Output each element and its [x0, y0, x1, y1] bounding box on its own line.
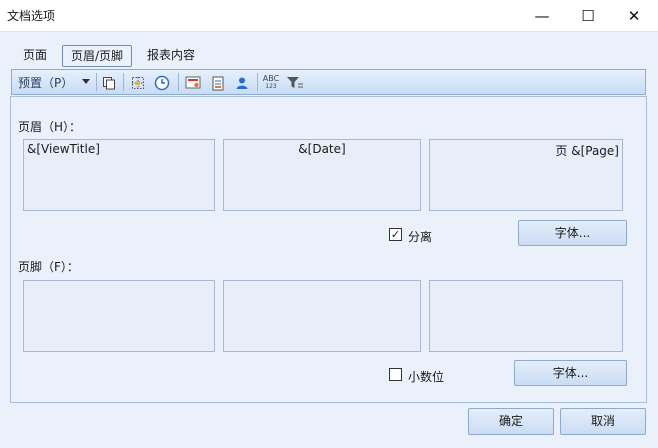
- footer-font-button[interactable]: 字体...: [514, 360, 627, 386]
- header-label: 页眉（H）：: [18, 120, 82, 134]
- header-center-field[interactable]: &[Date]: [223, 139, 421, 211]
- footer-left-field[interactable]: [23, 280, 215, 352]
- cancel-button[interactable]: 取消: [560, 408, 646, 435]
- toolbar-separator: [178, 73, 179, 91]
- header-right-field[interactable]: 页 &[Page]: [429, 139, 623, 211]
- maximize-button[interactable]: ☐: [565, 0, 611, 31]
- window-title: 文档选项: [7, 9, 56, 23]
- document-icon[interactable]: [208, 73, 228, 93]
- copy-icon[interactable]: [99, 73, 119, 93]
- abc-icon[interactable]: ABC 123: [261, 73, 281, 93]
- preset-dropdown[interactable]: 预置（P）: [18, 74, 73, 91]
- check-icon: ✓: [390, 228, 401, 241]
- header-left-field[interactable]: &[ViewTitle]: [23, 139, 215, 211]
- image-icon[interactable]: [183, 73, 203, 93]
- toolbar-separator: [96, 73, 97, 91]
- ok-button[interactable]: 确定: [468, 408, 554, 435]
- separate-label: 分离: [408, 230, 433, 244]
- footer-center-field[interactable]: [223, 280, 421, 352]
- close-button[interactable]: ✕: [611, 0, 657, 31]
- clock-icon[interactable]: [152, 73, 172, 93]
- header-font-button[interactable]: 字体...: [518, 220, 627, 246]
- toolbar: 预置（P） ABC 123: [11, 69, 646, 95]
- tab-report-content[interactable]: 报表内容: [139, 45, 203, 67]
- separate-checkbox[interactable]: ✓: [389, 228, 402, 241]
- toolbar-separator: [123, 73, 124, 91]
- decimal-checkbox[interactable]: [389, 368, 402, 381]
- footer-label: 页脚（F）：: [18, 260, 79, 274]
- footer-right-field[interactable]: [429, 280, 623, 352]
- chevron-down-icon[interactable]: [82, 79, 90, 84]
- filter-icon[interactable]: [285, 73, 305, 93]
- user-icon[interactable]: [232, 73, 252, 93]
- decimal-label: 小数位: [408, 370, 445, 384]
- tab-header-footer[interactable]: 页眉/页脚: [62, 45, 133, 67]
- toolbar-separator: [257, 73, 258, 91]
- grid-icon[interactable]: [128, 73, 148, 93]
- tab-page[interactable]: 页面: [15, 45, 55, 67]
- minimize-button[interactable]: —: [519, 0, 565, 31]
